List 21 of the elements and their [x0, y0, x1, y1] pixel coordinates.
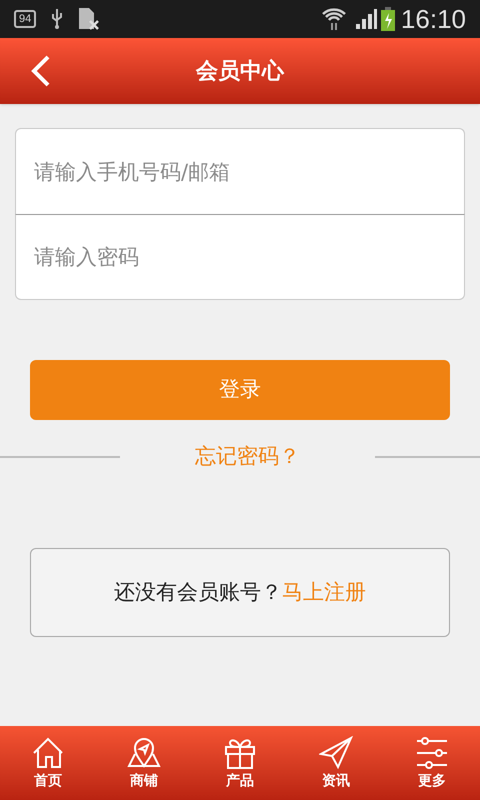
wifi-icon: [320, 6, 347, 32]
register-prompt: 还没有会员账号？: [114, 578, 282, 606]
usb-icon: [50, 8, 64, 30]
page-title: 会员中心: [196, 58, 284, 86]
nav-tab[interactable]: 资讯: [288, 726, 384, 800]
nav-tab[interactable]: 产品: [192, 726, 288, 800]
home-icon: [31, 736, 65, 770]
sim-card-icon: [78, 7, 100, 31]
notification-badge: 94: [14, 10, 36, 28]
map-pin-icon: [127, 736, 161, 770]
nav-tab[interactable]: 首页: [0, 726, 96, 800]
input-field[interactable]: 请输入密码: [15, 214, 465, 300]
nav-tab[interactable]: 商铺: [96, 726, 192, 800]
paper-plane-icon: [319, 736, 353, 770]
nav-tab[interactable]: 更多: [384, 726, 480, 800]
sliders-icon: [415, 736, 449, 770]
input-field[interactable]: 请输入手机号码/邮箱: [15, 128, 465, 214]
clock-time: 16:10: [400, 2, 466, 36]
signal-icon: [354, 9, 377, 29]
battery-icon: [380, 7, 395, 31]
back-icon: [30, 55, 50, 87]
